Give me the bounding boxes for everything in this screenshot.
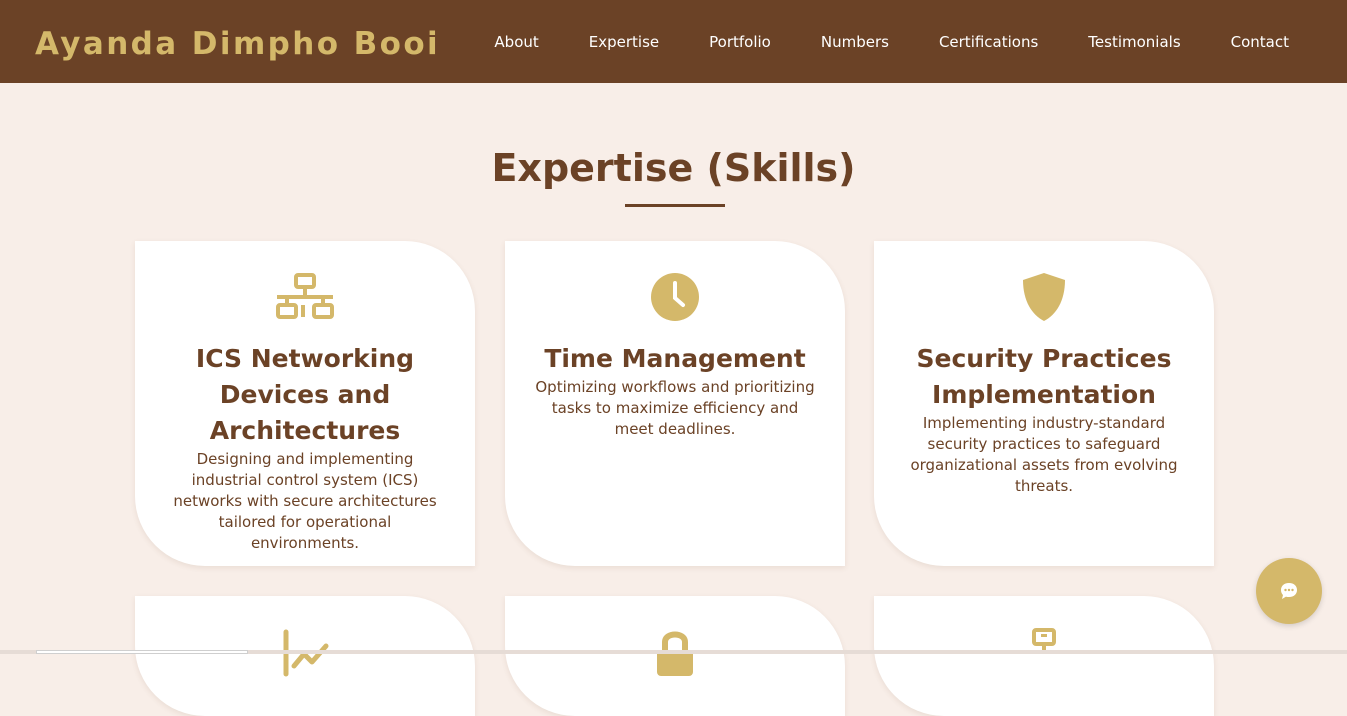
nav-links: About Expertise Portfolio Numbers Certif… <box>494 31 1289 53</box>
nav-link-testimonials[interactable]: Testimonials <box>1088 31 1180 53</box>
skill-card: ICS Networking Devices and Architectures… <box>135 241 475 566</box>
nav-link-about[interactable]: About <box>494 31 538 53</box>
nav-link-expertise[interactable]: Expertise <box>589 31 659 53</box>
network-icon <box>276 273 334 319</box>
skill-card: Time Management Optimizing workflows and… <box>505 241 845 566</box>
card-title: ICS Networking Devices and Architectures <box>195 344 415 445</box>
nav-link-certifications[interactable]: Certifications <box>939 31 1038 53</box>
nav-link-numbers[interactable]: Numbers <box>821 31 889 53</box>
clock-icon <box>651 273 699 321</box>
card-description: Designing and implementing industrial co… <box>173 450 437 552</box>
skill-card: Security Practices Implementation Implem… <box>874 241 1214 566</box>
title-underline <box>625 204 725 207</box>
chat-icon <box>1281 583 1297 599</box>
skill-card <box>505 596 845 716</box>
scrollbar-thumb[interactable] <box>36 650 248 654</box>
card-description: Optimizing workflows and prioritizing ta… <box>535 378 815 438</box>
chat-button[interactable] <box>1256 558 1322 624</box>
nav-link-contact[interactable]: Contact <box>1231 31 1289 53</box>
shield-icon <box>1023 273 1065 321</box>
skill-card <box>874 596 1214 716</box>
site-brand[interactable]: Ayanda Dimpho Booi <box>35 22 440 66</box>
card-description: Implementing industry-standard security … <box>910 414 1178 495</box>
card-title: Time Management <box>544 344 806 373</box>
skill-card <box>135 596 475 716</box>
navbar: Ayanda Dimpho Booi About Expertise Portf… <box>0 0 1347 83</box>
horizontal-scrollbar[interactable] <box>0 650 1347 654</box>
section-title: Expertise (Skills) <box>491 146 856 190</box>
nav-link-portfolio[interactable]: Portfolio <box>709 31 771 53</box>
card-title: Security Practices Implementation <box>916 344 1172 409</box>
